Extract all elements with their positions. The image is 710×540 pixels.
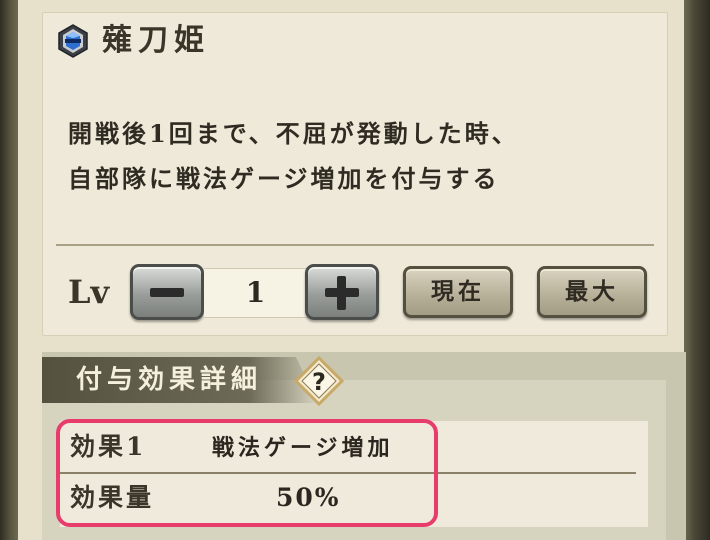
level-value-field: 1 — [204, 268, 307, 318]
max-level-button[interactable]: 最大 — [537, 266, 647, 318]
skill-name: 薙刀姫 — [102, 23, 210, 58]
help-icon[interactable]: ? — [294, 356, 344, 406]
minus-icon — [150, 288, 184, 297]
skill-description-line-1: 開戦後1回まで、不屈が発動した時、 — [68, 119, 519, 148]
highlight-box — [56, 419, 438, 527]
level-increase-button[interactable] — [305, 264, 379, 320]
blue-gem-badge-icon — [58, 24, 88, 58]
window-left-frame — [0, 0, 18, 540]
window-right-frame — [684, 0, 710, 540]
section-title: 付与効果詳細 — [76, 365, 263, 395]
current-level-button[interactable]: 現在 — [403, 266, 513, 318]
level-value: 1 — [245, 276, 266, 309]
skill-description-line-2: 自部隊に戦法ゲージ増加を付与する — [68, 164, 500, 193]
level-decrease-button[interactable] — [130, 264, 204, 320]
card-divider — [56, 244, 654, 246]
level-label: Lv — [68, 273, 110, 311]
help-glyph: ? — [312, 368, 326, 396]
